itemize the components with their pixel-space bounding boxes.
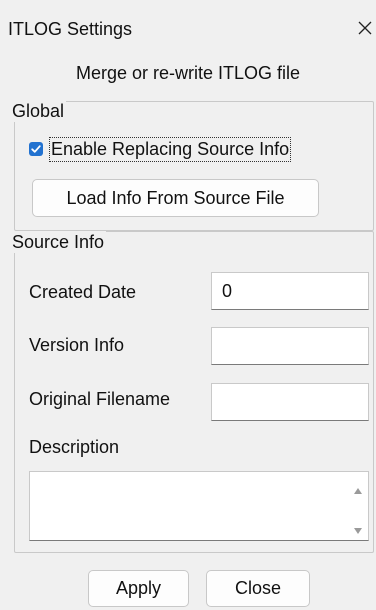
original-filename-label: Original Filename: [29, 389, 171, 409]
scroll-up-icon[interactable]: [353, 482, 363, 494]
description-textarea[interactable]: [29, 471, 369, 541]
created-date-input[interactable]: 0: [211, 272, 369, 310]
created-date-label: Created Date: [29, 282, 137, 302]
scroll-down-icon[interactable]: [353, 522, 363, 534]
source-info-group-legend: Source Info: [12, 231, 107, 253]
enable-replacing-checkbox-row[interactable]: Enable Replacing Source Info: [29, 136, 292, 162]
close-icon[interactable]: [354, 17, 376, 39]
checkmark-icon: [31, 145, 41, 153]
version-info-input[interactable]: [211, 327, 369, 365]
title-bar: ITLOG Settings: [0, 0, 376, 44]
dialog-subtitle: Merge or re-write ITLOG file: [75, 63, 301, 83]
original-filename-input[interactable]: [211, 383, 369, 421]
enable-replacing-label[interactable]: Enable Replacing Source Info: [49, 136, 292, 162]
enable-replacing-checkbox[interactable]: [29, 142, 43, 156]
description-label: Description: [29, 437, 120, 457]
global-group-legend: Global: [12, 100, 67, 122]
apply-button[interactable]: Apply: [88, 570, 189, 607]
window-title: ITLOG Settings: [8, 19, 133, 39]
close-button[interactable]: Close: [206, 570, 310, 607]
version-info-label: Version Info: [29, 335, 125, 355]
load-info-button[interactable]: Load Info From Source File: [32, 179, 319, 217]
